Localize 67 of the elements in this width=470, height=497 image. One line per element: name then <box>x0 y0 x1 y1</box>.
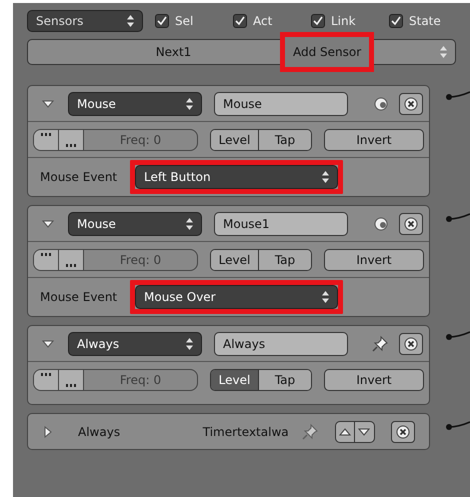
mouse-event-label: Mouse Event <box>40 169 118 186</box>
invert-toggle[interactable]: Invert <box>324 369 424 391</box>
sphere-icon <box>373 96 389 112</box>
level-toggle[interactable]: Level <box>211 130 259 150</box>
collapse-triangle-icon[interactable] <box>42 338 54 350</box>
close-icon <box>404 336 418 350</box>
level-toggle[interactable]: Level <box>211 370 259 390</box>
updown-arrows-icon <box>186 98 193 110</box>
sensor-type-dropdown[interactable]: Mouse <box>68 92 202 116</box>
check-icon <box>157 16 167 26</box>
invert-toggle[interactable]: Invert <box>324 128 424 150</box>
sensor-name-field[interactable]: Mouse <box>214 92 348 116</box>
sensor-type: Always <box>78 424 122 440</box>
updown-arrows-icon <box>186 338 193 350</box>
close-icon <box>404 216 418 230</box>
collapse-triangle-icon[interactable] <box>42 98 54 110</box>
pin-icon <box>300 422 319 440</box>
collapse-triangle-icon[interactable] <box>42 218 54 230</box>
updown-arrows-icon <box>440 46 447 58</box>
down-arrow-icon[interactable] <box>358 428 370 436</box>
close-button[interactable] <box>399 92 423 114</box>
sensor-type-dropdown[interactable]: Mouse <box>68 212 202 236</box>
false-pulse-icon[interactable] <box>66 264 76 266</box>
sensor-name-field[interactable]: Always <box>214 332 348 356</box>
tap-toggle[interactable]: Tap <box>259 250 311 270</box>
sensor-name: Timertextalwa <box>202 424 289 440</box>
close-button[interactable] <box>391 420 415 442</box>
close-icon <box>396 424 410 438</box>
close-icon <box>404 96 418 110</box>
check-icon <box>313 16 323 26</box>
invert-toggle[interactable]: Invert <box>324 248 424 270</box>
move-buttons[interactable] <box>334 420 375 442</box>
filter-checkbox[interactable] <box>233 14 247 28</box>
up-arrow-icon[interactable] <box>338 428 351 436</box>
object-name: Next1 <box>154 44 192 61</box>
true-pulse-icon[interactable] <box>41 373 51 376</box>
updown-arrows-icon <box>127 15 134 27</box>
sensor-type-dropdown[interactable]: Always <box>68 332 202 356</box>
close-button[interactable] <box>399 332 423 354</box>
mouse-event-dropdown[interactable]: Mouse Over <box>135 285 338 309</box>
true-pulse-icon[interactable] <box>41 132 51 136</box>
mouse-event-dropdown[interactable]: Left Button <box>135 165 338 189</box>
mouse-event-label: Mouse Event <box>40 289 118 306</box>
filter-checkbox[interactable] <box>389 14 403 28</box>
tap-toggle[interactable]: Tap <box>259 130 311 150</box>
checkbox-label: Sel <box>175 13 194 30</box>
true-pulse-icon[interactable] <box>41 252 51 256</box>
false-pulse-icon[interactable] <box>66 384 76 387</box>
close-button[interactable] <box>399 212 423 234</box>
pin-icon <box>371 334 389 352</box>
expand-triangle-icon[interactable] <box>42 426 54 438</box>
mode-dropdown[interactable]: Sensors <box>27 10 143 32</box>
level-toggle[interactable]: Level <box>211 250 259 270</box>
checkbox-label: State <box>409 13 441 30</box>
filter-checkbox[interactable] <box>311 14 325 28</box>
updown-arrows-icon <box>322 171 329 183</box>
false-pulse-icon[interactable] <box>66 144 76 146</box>
check-icon <box>391 16 401 26</box>
check-icon <box>235 16 245 26</box>
updown-arrows-icon <box>322 291 329 303</box>
updown-arrows-icon <box>186 218 193 230</box>
tap-toggle[interactable]: Tap <box>259 370 311 390</box>
checkbox-label: Link <box>331 13 356 30</box>
checkbox-label: Act <box>253 13 272 30</box>
sphere-icon <box>373 216 389 232</box>
filter-checkbox[interactable] <box>155 14 169 28</box>
sensor-name-field[interactable]: Mouse1 <box>214 212 348 236</box>
